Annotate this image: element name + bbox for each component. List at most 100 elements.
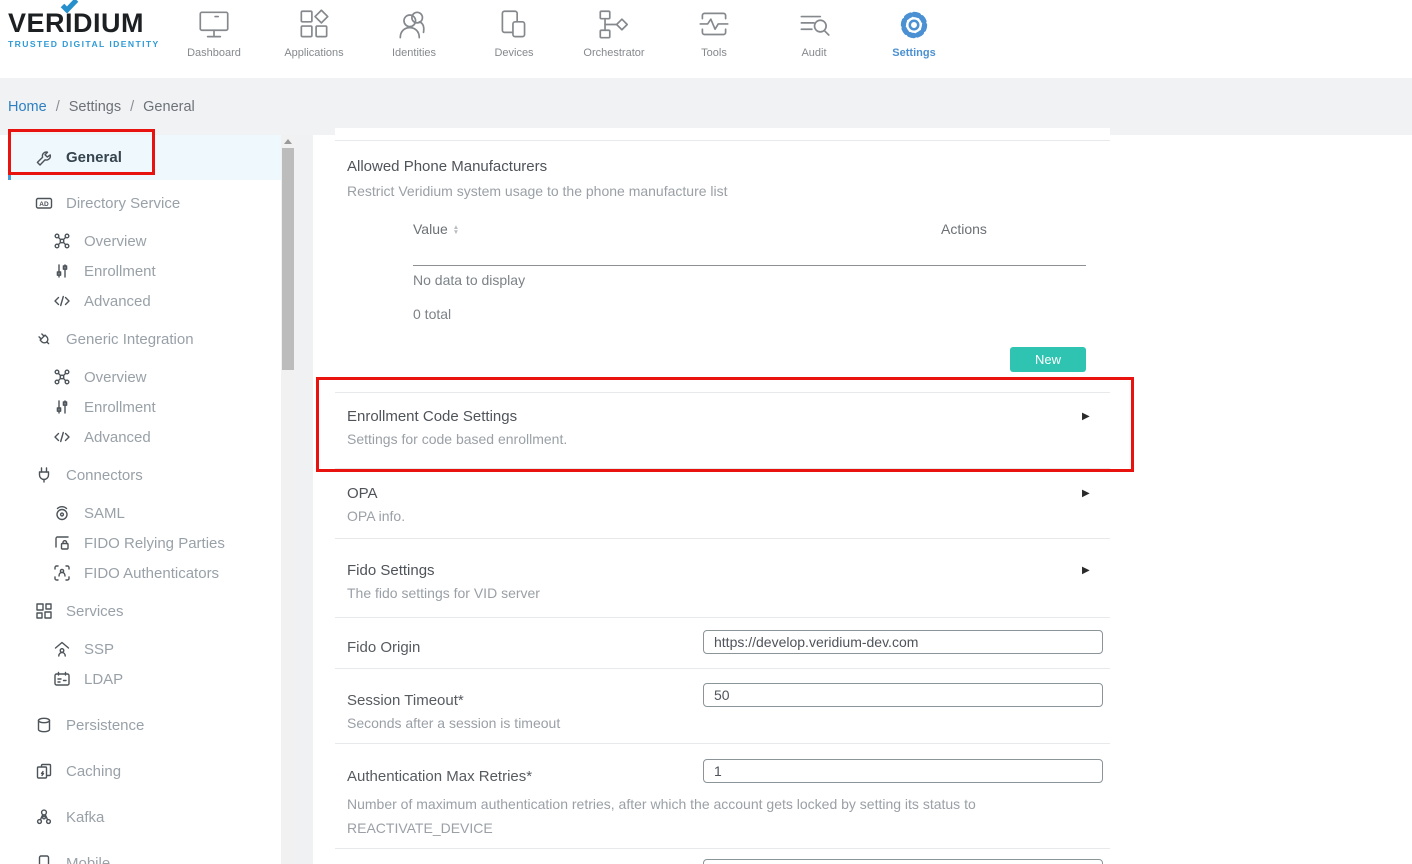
plug-icon <box>34 466 54 484</box>
sidebar-item-label: SAML <box>84 505 125 522</box>
sidebar-scrollbar-thumb[interactable] <box>282 148 294 370</box>
nav-settings-label: Settings <box>864 47 964 59</box>
sidebar-item-label: Persistence <box>66 717 144 734</box>
sidebar-item-label: Advanced <box>84 429 151 446</box>
sidebar-item-label: Connectors <box>66 467 143 484</box>
sidebar-item-advanced-gi[interactable]: Advanced <box>8 422 281 452</box>
sidebar-item-generic-integration[interactable]: Generic Integration <box>8 324 281 354</box>
field-label-fido-origin: Fido Origin <box>347 639 420 656</box>
nav-orchestrator[interactable]: Orchestrator <box>564 8 664 59</box>
veridium-logo: VERIDIUM TRUSTED DIGITAL IDENTITY <box>8 8 168 49</box>
sidebar-item-mobile[interactable]: Mobile <box>8 848 281 864</box>
sidebar-item-general[interactable]: General <box>8 135 281 180</box>
divider <box>335 538 1110 539</box>
sidebar-item-persistence[interactable]: Persistence <box>8 710 281 740</box>
chevron-right-icon[interactable]: ▶ <box>1082 488 1090 499</box>
gear-icon <box>895 8 933 42</box>
divider <box>335 392 1110 393</box>
table-column-actions: Actions <box>941 221 987 237</box>
divider <box>335 848 1110 849</box>
brand-name-right: DIUM <box>73 8 144 38</box>
sidebar-item-label: LDAP <box>84 671 123 688</box>
nav-dashboard[interactable]: Dashboard <box>164 8 264 59</box>
section-desc-opa: OPA info. <box>347 508 405 524</box>
sidebar-item-enrollment-gi[interactable]: Enrollment <box>8 392 281 422</box>
sidebar-item-enrollment-ds[interactable]: Enrollment <box>8 256 281 286</box>
sidebar-item-label: Generic Integration <box>66 331 194 348</box>
nav-settings[interactable]: Settings <box>864 8 964 59</box>
sidebar-item-saml[interactable]: SAML <box>8 498 281 528</box>
field-label-session-timeout: Session Timeout* <box>347 692 464 709</box>
nav-tools[interactable]: Tools <box>664 8 764 59</box>
sidebar-item-label: Overview <box>84 233 147 250</box>
nav-applications[interactable]: Applications <box>264 8 364 59</box>
divider <box>335 140 1110 141</box>
field-help-auth-max-retries: Number of maximum authentication retries… <box>347 792 1027 840</box>
auth-max-retries-input[interactable] <box>703 759 1103 783</box>
sidebar-item-label: SSP <box>84 641 114 658</box>
sidebar-item-label: Overview <box>84 369 147 386</box>
fido-origin-input[interactable] <box>703 630 1103 654</box>
sidebar-item-kafka[interactable]: Kafka <box>8 802 281 832</box>
sidebar-scrollbar[interactable] <box>281 135 295 864</box>
activity-icon <box>695 8 733 42</box>
face-scan-icon <box>52 564 72 582</box>
table-empty-text: No data to display <box>413 272 525 288</box>
phone-icon <box>34 854 54 864</box>
wrench-icon <box>34 149 54 167</box>
plug-diagonal-icon <box>34 330 54 348</box>
breadcrumb-home[interactable]: Home <box>8 99 47 115</box>
code-icon <box>52 428 72 446</box>
chevron-right-icon[interactable]: ▶ <box>1082 565 1090 576</box>
divider <box>335 668 1110 669</box>
table-column-value[interactable]: Value▲▼ <box>413 221 459 237</box>
settings-sidebar: General AD Directory Service Overview En… <box>8 135 281 864</box>
sort-icon[interactable]: ▲▼ <box>453 225 459 235</box>
sidebar-item-label: Caching <box>66 763 121 780</box>
field-help-session-timeout: Seconds after a session is timeout <box>347 715 560 731</box>
apps-grid-icon <box>295 8 333 42</box>
table-header-divider <box>413 265 1086 266</box>
sidebar-item-ldap[interactable]: LDAP <box>8 664 281 694</box>
sidebar-item-services[interactable]: Services <box>8 596 281 626</box>
nav-identities[interactable]: Identities <box>364 8 464 59</box>
nav-audit[interactable]: Audit <box>764 8 864 59</box>
sidebar-item-connectors[interactable]: Connectors <box>8 460 281 490</box>
chevron-right-icon[interactable]: ▶ <box>1082 411 1090 422</box>
sidebar-item-label: FIDO Relying Parties <box>84 535 225 552</box>
section-desc-fido-settings: The fido settings for VID server <box>347 585 540 601</box>
scrollbar-up-arrow-icon[interactable] <box>284 139 292 144</box>
nav-applications-label: Applications <box>264 47 364 59</box>
next-field-input-partial[interactable] <box>703 859 1103 864</box>
grid-icon <box>34 602 54 620</box>
check-icon <box>60 0 79 13</box>
sidebar-item-ssp[interactable]: SSP <box>8 634 281 664</box>
nav-tools-label: Tools <box>664 47 764 59</box>
nav-dashboard-label: Dashboard <box>164 47 264 59</box>
sidebar-item-label: Kafka <box>66 809 104 826</box>
nav-devices[interactable]: Devices <box>464 8 564 59</box>
section-title-enrollment-code: Enrollment Code Settings <box>347 408 517 425</box>
nav-audit-label: Audit <box>764 47 864 59</box>
sliders-icon <box>52 262 72 280</box>
flowchart-icon <box>595 8 633 42</box>
id-card-icon <box>52 670 72 688</box>
breadcrumb: Home / Settings / General <box>0 78 1412 135</box>
window-lock-icon <box>52 534 72 552</box>
list-search-icon <box>795 8 833 42</box>
sidebar-item-fido-authenticators[interactable]: FIDO Authenticators <box>8 558 281 588</box>
ad-box-icon: AD <box>34 194 54 212</box>
breadcrumb-separator: / <box>56 99 60 115</box>
sidebar-item-fido-relying-parties[interactable]: FIDO Relying Parties <box>8 528 281 558</box>
sidebar-item-overview-gi[interactable]: Overview <box>8 362 281 392</box>
sidebar-item-overview-ds[interactable]: Overview <box>8 226 281 256</box>
sidebar-item-advanced-ds[interactable]: Advanced <box>8 286 281 316</box>
sidebar-item-caching[interactable]: Caching <box>8 756 281 786</box>
network-nodes-icon <box>52 232 72 250</box>
sidebar-item-directory-service[interactable]: AD Directory Service <box>8 188 281 218</box>
divider <box>335 617 1110 618</box>
session-timeout-input[interactable] <box>703 683 1103 707</box>
divider <box>335 468 1110 469</box>
new-button[interactable]: New <box>1010 347 1086 372</box>
breadcrumb-general: General <box>143 99 195 115</box>
